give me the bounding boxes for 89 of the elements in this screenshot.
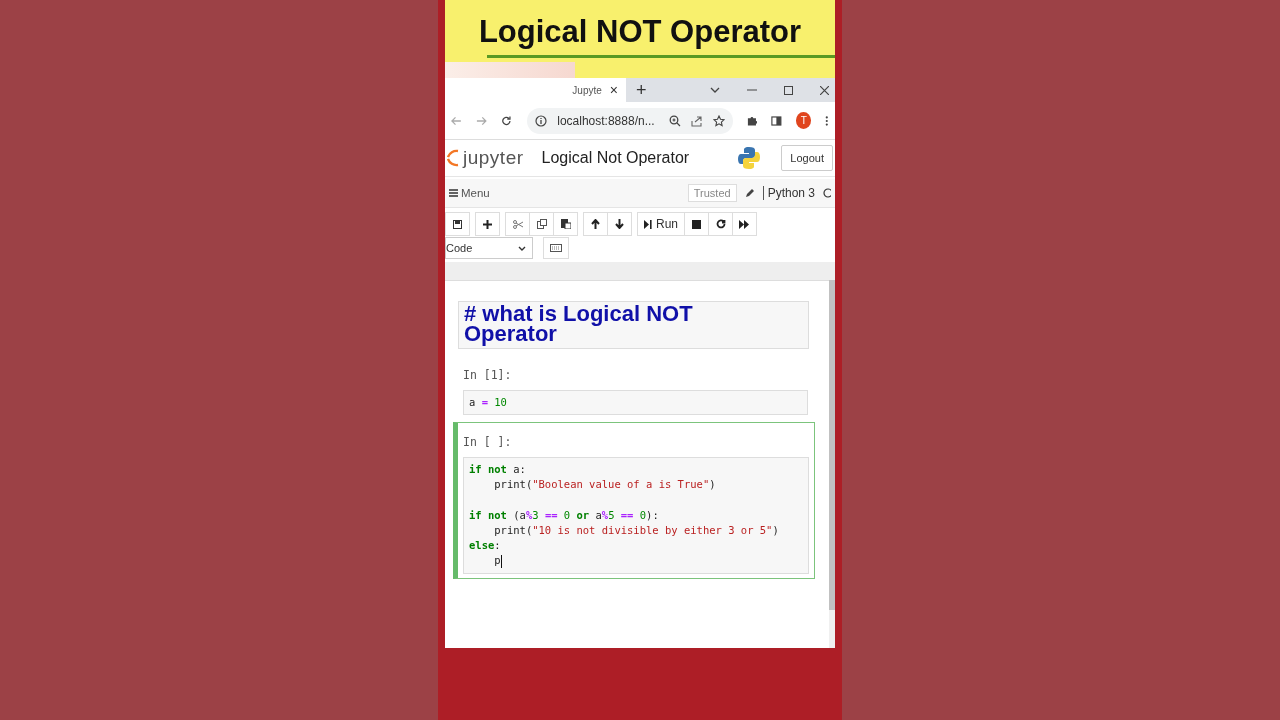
move-up-button[interactable] (583, 212, 608, 236)
code-token: = (480, 395, 489, 410)
more-icon[interactable] (825, 114, 829, 127)
step-icon (644, 219, 652, 229)
caret-icon (518, 245, 526, 251)
add-cell-button[interactable] (475, 212, 500, 236)
jupyter-logo-icon (447, 147, 459, 169)
restart-button[interactable] (708, 212, 733, 236)
stop-icon (692, 219, 701, 229)
chevron-icon[interactable] (710, 87, 720, 93)
code-token: (a (512, 507, 526, 523)
keyboard-button[interactable] (543, 237, 569, 259)
logout-button[interactable]: Logout (781, 145, 833, 171)
code-token: 0 (563, 507, 571, 523)
code-token: print( (493, 477, 533, 493)
kernel-status-icon (823, 188, 831, 198)
code-token: 10 (494, 395, 507, 410)
code-token: "10 is not divisible by either 3 or 5" (532, 523, 773, 538)
new-tab-button[interactable]: + (636, 79, 647, 101)
code-token: p (493, 553, 501, 569)
code-token: % (601, 507, 609, 523)
paste-button[interactable] (553, 212, 578, 236)
paste-icon (560, 219, 571, 229)
close-icon[interactable]: × (609, 82, 618, 98)
code-editor[interactable]: if not a: print("Boolean value of a is True") if not (a%3 == 0 or a%5 == 0): print("10 is not divisible by either 3 or 5") else: p (463, 457, 809, 574)
arrow-up-icon (591, 219, 600, 229)
star-icon[interactable] (712, 114, 725, 127)
close-icon[interactable] (820, 85, 829, 95)
code-token: == (543, 507, 559, 523)
code-token: "Boolean value of a is True" (532, 477, 710, 493)
banner-title: Logical NOT Operator (478, 14, 802, 50)
run-button[interactable]: Run (637, 212, 685, 236)
profile-avatar[interactable]: T (796, 112, 812, 129)
code-token: ): (646, 507, 659, 523)
maximize-icon[interactable] (784, 85, 793, 95)
zoom-icon[interactable] (668, 114, 681, 127)
browser-tab[interactable]: Jupyte × (445, 78, 626, 102)
pencil-icon[interactable] (744, 188, 755, 198)
address-bar[interactable]: localhost:8888/n... (527, 107, 733, 134)
python-logo-icon (737, 146, 762, 170)
stop-button[interactable] (684, 212, 709, 236)
code-token: a (469, 395, 476, 410)
reload-icon[interactable] (500, 114, 512, 127)
code-token: else (469, 538, 495, 554)
code-token: ) (772, 523, 779, 538)
code-cell[interactable]: In [1]: a = 10 (458, 355, 809, 417)
scissors-icon (512, 219, 523, 229)
keyboard-icon (550, 244, 562, 252)
sidebar-icon[interactable] (771, 114, 783, 127)
save-icon (453, 219, 462, 229)
code-token: or (575, 507, 591, 523)
kernel-name[interactable]: Python 3 (762, 186, 815, 200)
code-token: 5 (608, 507, 615, 523)
code-token: ) (709, 477, 716, 493)
menu-button[interactable]: Menu (449, 187, 490, 199)
arrow-down-icon (615, 219, 624, 229)
move-down-button[interactable] (607, 212, 632, 236)
copy-button[interactable] (529, 212, 554, 236)
copy-icon (536, 219, 547, 229)
info-icon[interactable] (535, 114, 548, 127)
code-token: % (525, 507, 533, 523)
code-token: 0 (639, 507, 647, 523)
save-button[interactable] (445, 212, 470, 236)
code-token: a (595, 507, 602, 523)
selected-code-cell[interactable]: In [ ]: if not a: print("Boolean value of a is True") if not (a%3 == 0 or a%5 == 0): print("10 is not divisible by either 3 or 5") else: p (453, 422, 815, 579)
cell-prompt: In [1]: (463, 368, 513, 382)
markdown-cell[interactable]: # what is Logical NOT Operator (458, 301, 809, 349)
menu-icon (449, 189, 458, 197)
share-icon[interactable] (690, 114, 703, 127)
code-token: if not (469, 462, 507, 478)
fast-forward-button[interactable] (732, 212, 757, 236)
puzzle-icon[interactable] (746, 114, 758, 127)
code-token: 3 (532, 507, 539, 523)
jupyter-logo[interactable]: jupyter (463, 147, 524, 169)
trusted-badge[interactable]: Trusted (687, 184, 737, 202)
notebook-title[interactable]: Logical Not Operator (541, 149, 690, 167)
code-token: == (619, 507, 635, 523)
cell-prompt: In [ ]: (463, 435, 513, 450)
cell-type-dropdown[interactable]: Code (445, 237, 533, 259)
fast-forward-icon (739, 219, 750, 229)
code-token: print( (493, 523, 533, 538)
plus-icon (483, 219, 492, 229)
code-token: : (494, 538, 501, 554)
code-editor[interactable]: a = 10 (463, 390, 808, 416)
text-cursor (500, 554, 502, 568)
code-token: if not (469, 507, 507, 523)
code-token: a: (512, 462, 526, 478)
restart-icon (715, 219, 726, 229)
cut-button[interactable] (505, 212, 530, 236)
